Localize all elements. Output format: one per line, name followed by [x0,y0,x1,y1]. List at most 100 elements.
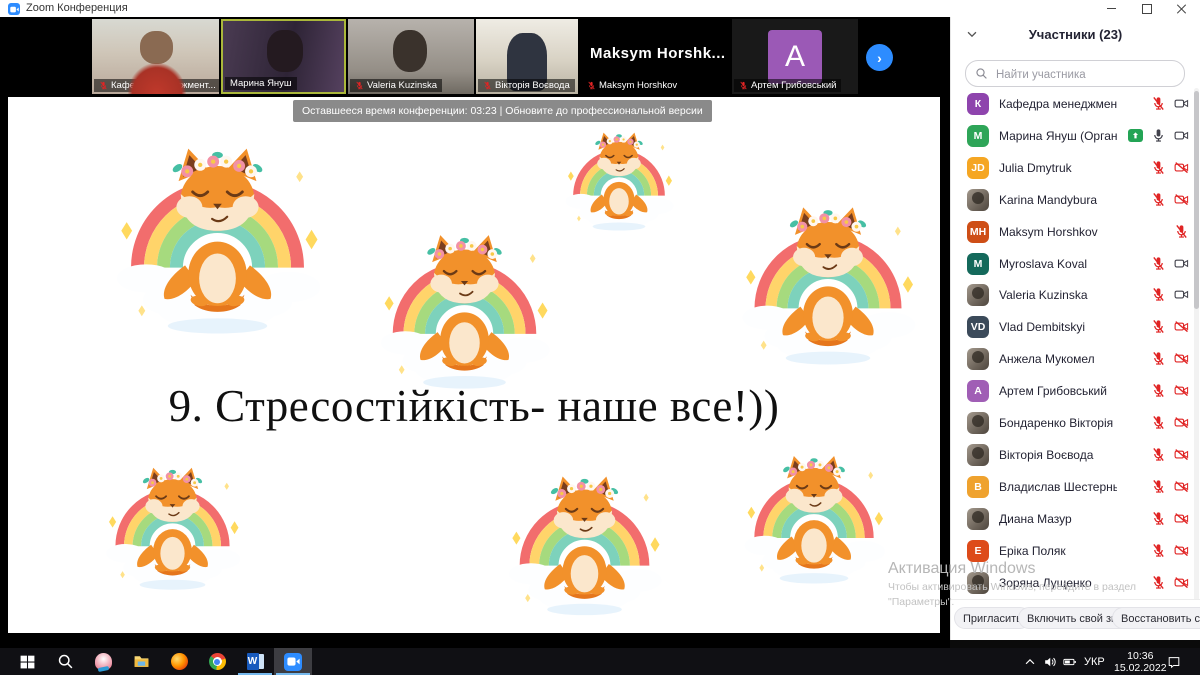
video-tile[interactable]: ААртем Грибовський [732,19,858,94]
next-page-button[interactable]: › [866,44,893,71]
participant-row[interactable]: Karina Mandybura [951,184,1200,216]
fox-illustration [733,200,923,370]
window-title: Zoom Конференция [26,2,128,14]
tray-hidden-icons[interactable] [1020,648,1040,675]
avatar [967,284,989,306]
mic-muted-icon [1151,511,1166,526]
panel-footer: ПригласитьВключить свой звукВосстановить… [951,599,1200,640]
avatar [967,444,989,466]
mic-muted-icon [99,81,108,90]
avatar: К [967,93,989,115]
avatar: А [768,30,822,84]
taskbar-search-button[interactable] [46,648,84,675]
tray-time: 10:36 [1114,650,1167,662]
video-tile[interactable]: Марина Януш [221,19,346,94]
taskbar-firefox-button[interactable] [160,648,198,675]
avatar [967,348,989,370]
tile-display-name: Maksym Horshk... [590,45,726,62]
taskbar-start-button[interactable] [8,648,46,675]
fox-illustration [560,128,678,234]
participant-row[interactable]: Valeria Kuzinska [951,279,1200,311]
participant-search[interactable] [965,60,1185,87]
participant-row[interactable]: MMyroslava Koval [951,248,1200,280]
participant-name: Julia Dmytruk [999,161,1117,175]
participants-panel: Участники (23) К Кафедра менеджменту та а… [950,17,1200,640]
mic-muted-icon [1151,479,1166,494]
video-tile[interactable]: Valeria Kuzinska [348,19,474,94]
tile-name-label: Кафедра менеджмент... [94,79,219,92]
camera-on-icon [1174,96,1189,111]
restore-status-button[interactable]: Восстановить стату [1112,607,1200,629]
participant-row[interactable]: А Артем Грибовський [951,375,1200,407]
meeting-area: Кафедра менеджмент...Марина Януш Valeria … [0,17,950,648]
panel-scrollbar-thumb[interactable] [1194,91,1199,309]
participant-name: Vlad Dembitskyi [999,320,1117,334]
taskbar-file-explorer-button[interactable] [122,648,160,675]
search-input[interactable] [994,64,1178,85]
participant-row[interactable]: Зоряна Лущенко [951,567,1200,599]
minimize-button[interactable] [1094,0,1128,17]
participant-list: К Кафедра менеджменту та ад... (Я) ММарина… [951,88,1200,608]
participant-name: Зоряна Лущенко [999,576,1117,590]
file-explorer-icon [133,653,150,670]
participant-row[interactable]: MHMaksym Horshkov [951,216,1200,248]
close-button[interactable] [1164,0,1198,17]
mic-muted-icon [1151,96,1166,111]
avatar [967,508,989,530]
camera-off-icon [1174,543,1189,558]
avatar: JD [967,157,989,179]
action-center-icon[interactable] [1164,648,1184,675]
taskbar-word-button[interactable]: W [236,648,274,675]
participant-row[interactable]: Бондаренко Вікторія [951,407,1200,439]
avatar: А [967,380,989,402]
language-indicator[interactable]: УКР [1080,648,1109,675]
participant-name: Артем Грибовський [999,384,1117,398]
mic-muted-icon [1151,287,1166,302]
camera-off-icon [1174,479,1189,494]
participant-row[interactable]: ММарина Януш (Организатор) [951,120,1200,152]
battery-icon[interactable] [1060,648,1080,675]
taskbar-pinned-app-button[interactable] [84,648,122,675]
participant-name: Владислав Шестерньов [999,480,1117,494]
video-tile[interactable]: Кафедра менеджмент... [92,19,219,94]
tile-name-label: Valeria Kuzinska [350,79,442,92]
taskbar-zoom-button[interactable] [274,648,312,675]
volume-icon[interactable] [1040,648,1060,675]
video-tile[interactable]: Maksym Horshk... Maksym Horshkov [580,19,730,94]
pinned-app-icon [95,653,112,670]
participants-header: Участники (23) [951,27,1200,42]
participant-name: Maksym Horshkov [999,225,1117,239]
participant-row[interactable]: Анжела Мукомел [951,343,1200,375]
tray-date: 15.02.2022 [1114,662,1167,674]
video-tile[interactable]: Вікторія Воєвода [476,19,578,94]
clock[interactable]: 10:36 15.02.2022 [1108,648,1173,675]
participant-row[interactable]: JD Julia Dmytruk [951,152,1200,184]
mic-muted-icon [1151,447,1166,462]
meeting-time-notice[interactable]: Оставшееся время конференции: 03:23 | Об… [293,100,712,122]
camera-off-icon [1174,383,1189,398]
camera-off-icon [1174,575,1189,590]
participant-name: Myroslava Koval [999,257,1117,271]
search-icon [57,653,74,670]
participant-name: Бондаренко Вікторія [999,416,1117,430]
tile-name-label: Maksym Horshkov [582,79,682,92]
fox-illustration [100,462,245,594]
participant-row[interactable]: Вікторія Воєвода [951,439,1200,471]
mic-muted-icon [1151,160,1166,175]
participant-name: Кафедра менеджменту та ад... (Я) [999,97,1117,111]
maximize-button[interactable] [1130,0,1164,17]
participant-row[interactable]: ВВладислав Шестерньов [951,471,1200,503]
fox-illustration [372,228,557,394]
participant-row[interactable]: ЕЕріка Поляк [951,535,1200,567]
taskbar-chrome-button[interactable] [198,648,236,675]
mic-muted-icon [1151,383,1166,398]
participant-name: Valeria Kuzinska [999,288,1117,302]
avatar: М [967,125,989,147]
mic-muted-icon [483,81,492,90]
camera-off-icon [1174,511,1189,526]
participant-name: Анжела Мукомел [999,352,1117,366]
participant-row[interactable]: Диана Мазур [951,503,1200,535]
filmstrip: Кафедра менеджмент...Марина Януш Valeria … [0,17,950,97]
participant-row[interactable]: VDVlad Dembitskyi [951,311,1200,343]
participant-row[interactable]: К Кафедра менеджменту та ад... (Я) [951,88,1200,120]
